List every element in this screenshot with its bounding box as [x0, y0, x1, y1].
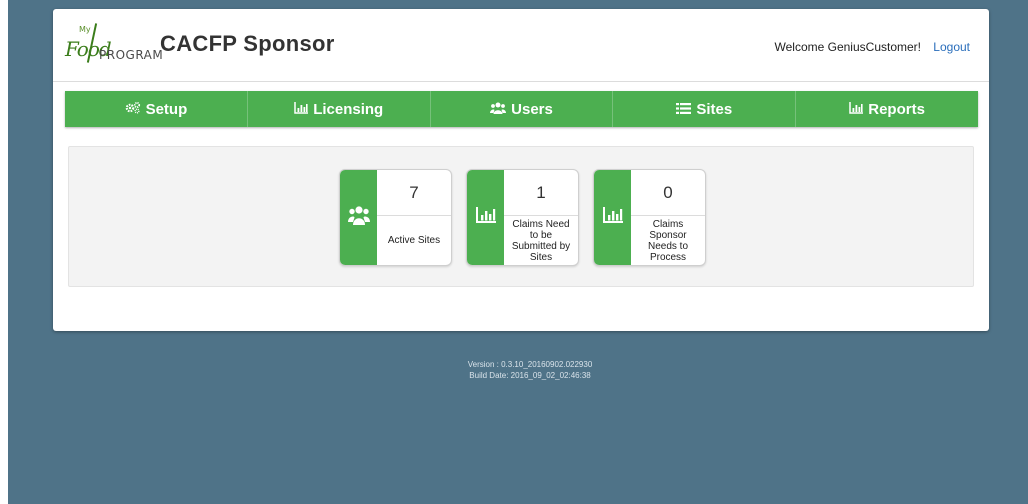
nav-item-sites[interactable]: Sites — [613, 91, 797, 127]
nav-label-reports: Reports — [868, 100, 925, 118]
users-icon — [490, 102, 507, 117]
nav-label-setup: Setup — [145, 100, 188, 118]
tile-icon-panel — [594, 170, 631, 265]
main-nav: Setup Licensing Users Sites Reports — [65, 91, 978, 127]
logo-program: PROGRAM — [99, 48, 164, 62]
nav-item-reports[interactable]: Reports — [796, 91, 978, 127]
app-logo[interactable]: My Food PROGRAM — [65, 21, 165, 71]
tile-label: Claims Need to be Submitted by Sites — [511, 218, 571, 263]
version-text: Version : 0.3.10_20160902.022930 — [467, 360, 593, 369]
bar-chart-icon — [475, 207, 496, 228]
list-icon — [676, 102, 692, 117]
footer: Version : 0.3.10_20160902.022930 Build D… — [0, 359, 1028, 381]
nav-item-users[interactable]: Users — [431, 91, 614, 127]
tile-label: Active Sites — [387, 235, 441, 246]
page-title: CACFP Sponsor — [160, 31, 335, 56]
tile-claims-sponsor-process[interactable]: 0 Claims Sponsor Needs to Process — [593, 169, 706, 266]
nav-label-licensing: Licensing — [313, 100, 384, 118]
dashboard-well: 7 Active Sites 1 Claims Need to be Submi… — [68, 146, 974, 287]
tile-count: 7 — [377, 170, 451, 216]
tile-icon-panel — [340, 170, 377, 265]
tile-count: 0 — [631, 170, 705, 216]
nav-label-users: Users — [511, 100, 553, 118]
bar-chart-icon — [294, 101, 309, 117]
logout-link[interactable]: Logout — [933, 40, 970, 54]
main-panel: My Food PROGRAM CACFP Sponsor Welcome Ge… — [53, 9, 989, 331]
tile-count: 1 — [504, 170, 578, 216]
welcome-text: Welcome GeniusCustomer! — [774, 40, 922, 54]
nav-item-setup[interactable]: Setup — [65, 91, 248, 127]
header: My Food PROGRAM CACFP Sponsor Welcome Ge… — [53, 9, 989, 82]
logo-my: My — [79, 25, 91, 34]
bar-chart-icon — [602, 207, 623, 228]
build-date-text: Build Date: 2016_09_02_02:46:38 — [469, 371, 591, 380]
tile-claims-submitted-by-sites[interactable]: 1 Claims Need to be Submitted by Sites — [466, 169, 579, 266]
nav-label-sites: Sites — [696, 100, 733, 118]
bar-chart-icon — [849, 101, 864, 117]
tile-label: Claims Sponsor Needs to Process — [647, 218, 689, 263]
tile-icon-panel — [467, 170, 504, 265]
tile-active-sites[interactable]: 7 Active Sites — [339, 169, 452, 266]
users-icon — [347, 205, 370, 230]
nav-item-licensing[interactable]: Licensing — [248, 91, 431, 127]
gears-icon — [125, 101, 141, 117]
